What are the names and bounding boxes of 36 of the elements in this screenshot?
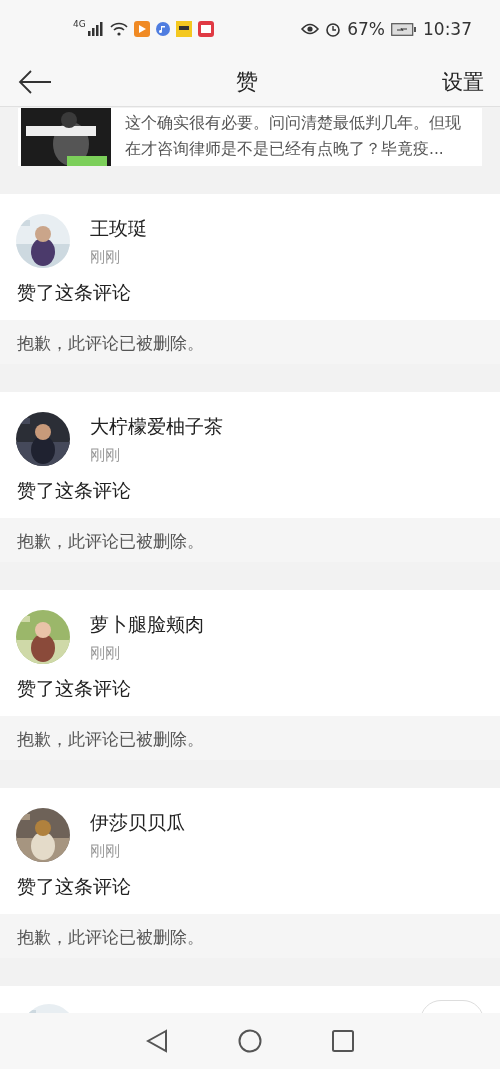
like-action-text: 赞了这条评论 (16, 676, 132, 701)
time-label: 刚刚 (90, 445, 121, 465)
deleted-comment: 抱歉，此评论已被删除。 (0, 914, 500, 958)
like-action-text: 赞了这条评论 (16, 280, 132, 305)
battery-icon (391, 22, 417, 36)
time-label: 刚刚 (90, 247, 121, 267)
alarm-icon (325, 21, 342, 37)
back-nav-button[interactable] (146, 1029, 168, 1053)
recents-nav-button[interactable] (332, 1030, 354, 1052)
user-name[interactable]: 萝卜腿脸颊肉 (90, 611, 204, 638)
deleted-comment: 抱歉，此评论已被删除。 (0, 320, 500, 364)
wifi-icon (109, 22, 128, 36)
clock-time: 10:37 (423, 19, 472, 39)
deleted-comment: 抱歉，此评论已被删除。 (0, 716, 500, 760)
book-app-icon (197, 21, 214, 37)
quoted-text: 这个确实很有必要。问问清楚最低判几年。但现在才咨询律师是不是已经有点晚了？毕竟疫... (124, 113, 462, 160)
user-name[interactable]: 大柠檬爱柚子茶 (90, 413, 223, 440)
eye-icon (301, 23, 320, 35)
user-name[interactable]: 王玫珽 (90, 215, 147, 242)
time-label: 刚刚 (90, 841, 121, 861)
like-action-text: 赞了这条评论 (16, 874, 132, 899)
battery-percent: 67% (347, 19, 385, 39)
quoted-post[interactable]: 这个确实很有必要。问问清楚最低判几年。但现在才咨询律师是不是已经有点晚了？毕竟疫... (18, 108, 482, 166)
like-action-text: 赞了这条评论 (16, 478, 132, 503)
deleted-comment: 抱歉，此评论已被删除。 (0, 518, 500, 562)
play-app-icon (133, 21, 150, 37)
music-app-icon (155, 22, 170, 36)
home-nav-button[interactable] (238, 1029, 262, 1053)
back-button[interactable] (18, 69, 52, 95)
signal-icon (87, 22, 104, 36)
page-title: 赞 (235, 68, 259, 96)
square-app-icon (175, 21, 192, 37)
user-name[interactable]: 伊莎贝贝瓜 (90, 809, 185, 836)
settings-link[interactable]: 设置 (442, 68, 484, 96)
time-label: 刚刚 (90, 643, 121, 663)
network-label: 4G (73, 19, 86, 29)
